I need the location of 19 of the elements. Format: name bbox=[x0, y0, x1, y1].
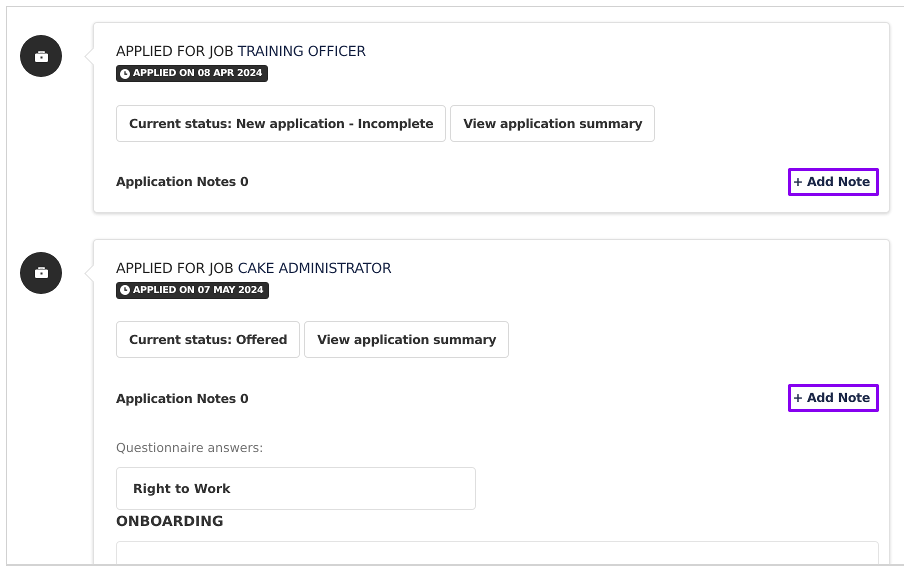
briefcase-icon bbox=[34, 50, 48, 62]
summary-button[interactable]: View application summary bbox=[304, 321, 510, 358]
status-button[interactable]: Current status: Offered bbox=[116, 321, 300, 358]
section-heading: ONBOARDING bbox=[116, 514, 224, 530]
summary-button[interactable]: View application summary bbox=[450, 104, 656, 142]
application-title: APPLIED FOR JOB TRAINING OFFICER bbox=[116, 44, 367, 60]
add-note-button[interactable]: + Add Note bbox=[788, 384, 879, 412]
questionnaire-label: Questionnaire answers: bbox=[116, 440, 264, 455]
add-note-button[interactable]: + Add Note bbox=[788, 168, 879, 196]
applied-date-badge: APPLIED ON 07 MAY 2024 bbox=[116, 282, 270, 298]
applied-date-badge: APPLIED ON 08 APR 2024 bbox=[116, 65, 268, 82]
status-button[interactable]: Current status: New application - Incomplete bbox=[116, 104, 446, 142]
notes-label: Application Notes 0 bbox=[116, 390, 248, 406]
clock-icon bbox=[120, 285, 130, 295]
notes-label: Application Notes 0 bbox=[116, 174, 248, 189]
briefcase-icon bbox=[34, 267, 48, 278]
application-title: APPLIED FOR JOB CAKE ADMINISTRATOR bbox=[116, 260, 393, 276]
answer-card[interactable]: Right to Work bbox=[116, 467, 476, 510]
clock-icon bbox=[120, 68, 130, 78]
